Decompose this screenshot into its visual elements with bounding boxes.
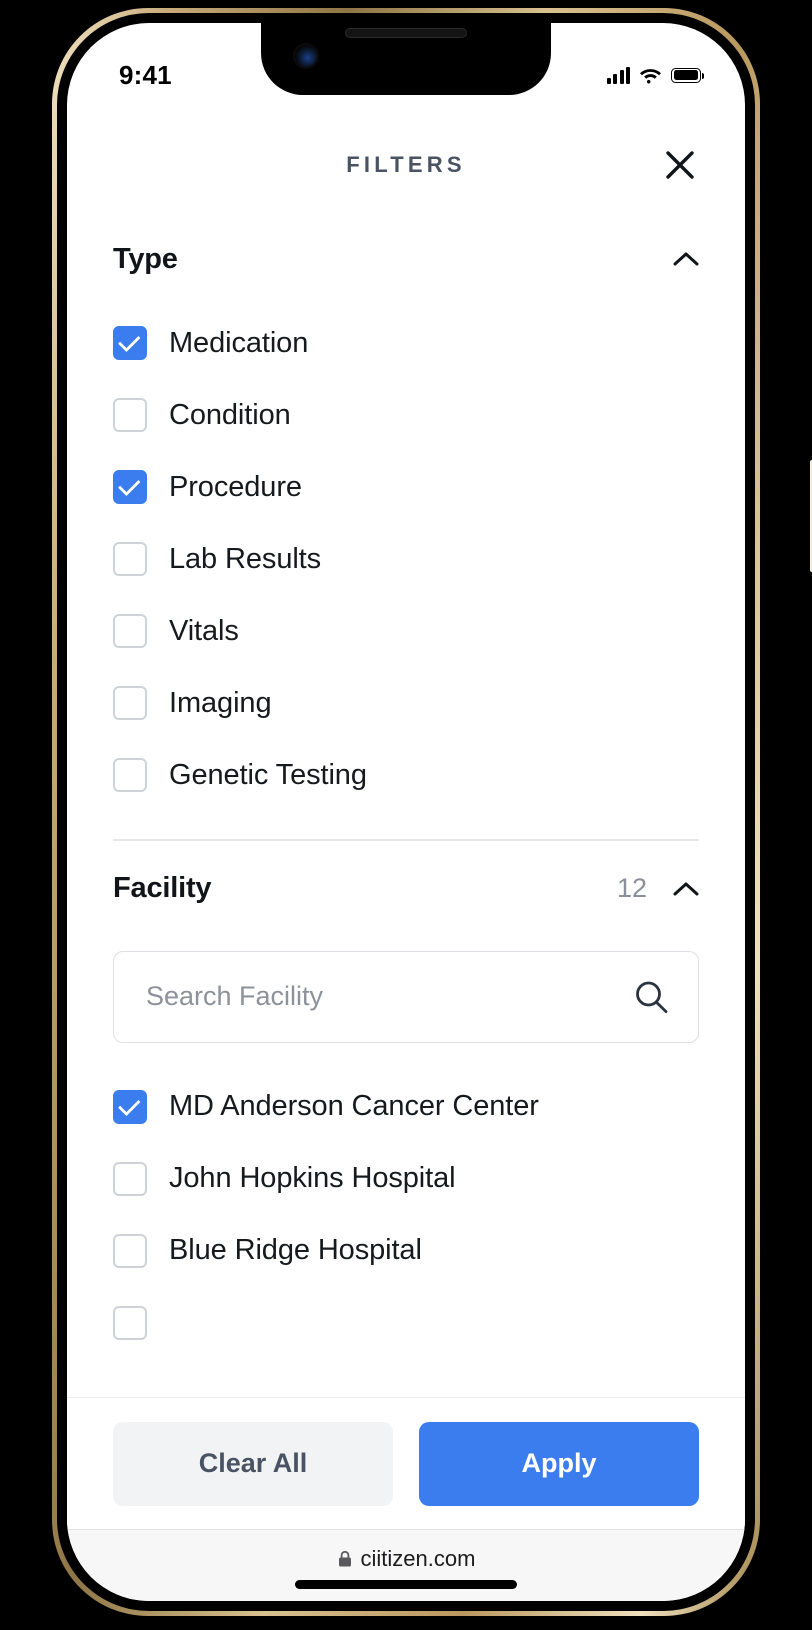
checkbox-medication[interactable] <box>113 326 147 360</box>
checkbox-row-imaging[interactable]: Imaging <box>113 667 699 739</box>
chevron-up-icon[interactable] <box>673 246 699 272</box>
phone-frame: 9:41 FILTERS Type Medication Condition P… <box>52 8 812 1616</box>
section-header-type[interactable]: Type <box>113 211 699 307</box>
chevron-up-icon[interactable] <box>673 876 699 902</box>
search-icon[interactable] <box>630 976 672 1018</box>
section-title-type: Type <box>113 242 178 275</box>
phone-screen: 9:41 FILTERS Type Medication Condition P… <box>67 23 745 1601</box>
checkbox-partial[interactable] <box>113 1305 147 1340</box>
facility-search-box[interactable] <box>113 950 699 1043</box>
apply-button[interactable]: Apply <box>419 1421 699 1506</box>
url-text: ciitizen.com <box>360 1546 476 1571</box>
checkbox-md-anderson-cancer-center[interactable] <box>113 1089 147 1124</box>
facility-search-wrapper <box>67 937 745 1053</box>
checkbox-label: Condition <box>169 398 291 431</box>
checkbox-label: John Hopkins Hospital <box>169 1162 456 1194</box>
filter-section-type: Type Medication Condition Procedure Lab … <box>67 211 745 817</box>
facility-options-list: MD Anderson Cancer Center John Hopkins H… <box>67 1053 745 1359</box>
filters-header: FILTERS <box>67 119 745 211</box>
checkbox-row-medication[interactable]: Medication <box>113 307 699 379</box>
checkbox-vitals[interactable] <box>113 614 147 648</box>
close-icon[interactable] <box>659 144 701 186</box>
home-indicator[interactable] <box>295 1580 517 1589</box>
type-options-list: Medication Condition Procedure Lab Resul… <box>113 307 699 817</box>
checkbox-row-partial[interactable] <box>113 1287 699 1359</box>
status-bar-indicators <box>606 66 705 84</box>
checkbox-label: MD Anderson Cancer Center <box>169 1090 539 1122</box>
cellular-signal-icon <box>606 66 630 84</box>
filters-scroll-area[interactable]: Type Medication Condition Procedure Lab … <box>67 211 745 1443</box>
front-camera-icon <box>295 45 317 67</box>
search-input[interactable] <box>146 981 630 1012</box>
clear-all-button[interactable]: Clear All <box>113 1421 393 1506</box>
browser-url-bar[interactable]: ciitizen.com <box>67 1529 745 1601</box>
battery-icon <box>671 67 705 83</box>
section-title-facility: Facility <box>113 872 212 904</box>
phone-bezel: 9:41 FILTERS Type Medication Condition P… <box>57 13 755 1611</box>
checkbox-label: Lab Results <box>169 542 322 575</box>
filter-section-facility: Facility 12 <box>67 841 745 937</box>
checkbox-label: Blue Ridge Hospital <box>169 1234 422 1266</box>
checkbox-row-lab-results[interactable]: Lab Results <box>113 523 699 595</box>
checkbox-lab-results[interactable] <box>113 542 147 576</box>
wifi-icon <box>640 68 661 84</box>
filters-footer: Clear All Apply <box>67 1397 745 1529</box>
notch <box>261 23 551 95</box>
status-bar-time: 9:41 <box>119 59 172 90</box>
checkbox-row-condition[interactable]: Condition <box>113 379 699 451</box>
lock-icon <box>338 1550 351 1567</box>
earpiece-speaker-icon <box>345 28 467 38</box>
checkbox-label: Procedure <box>169 470 302 503</box>
checkbox-row-md-anderson-cancer-center[interactable]: MD Anderson Cancer Center <box>113 1071 699 1143</box>
checkbox-row-john-hopkins-hospital[interactable]: John Hopkins Hospital <box>113 1143 699 1215</box>
checkbox-row-vitals[interactable]: Vitals <box>113 595 699 667</box>
checkbox-row-genetic-testing[interactable]: Genetic Testing <box>113 739 699 811</box>
url-line: ciitizen.com <box>337 1546 476 1572</box>
checkbox-genetic-testing[interactable] <box>113 758 147 792</box>
checkbox-imaging[interactable] <box>113 686 147 720</box>
checkbox-condition[interactable] <box>113 398 147 432</box>
checkbox-row-blue-ridge-hospital[interactable]: Blue Ridge Hospital <box>113 1215 699 1287</box>
checkbox-john-hopkins-hospital[interactable] <box>113 1161 147 1196</box>
checkbox-label: Genetic Testing <box>169 758 367 791</box>
checkbox-label: Imaging <box>169 686 272 719</box>
checkbox-label: Vitals <box>169 614 239 647</box>
checkbox-label: Medication <box>169 326 309 359</box>
facility-count-badge: 12 <box>616 873 647 903</box>
screenshot-stage: 9:41 FILTERS Type Medication Condition P… <box>0 0 812 1630</box>
page-title: FILTERS <box>346 152 466 177</box>
checkbox-row-procedure[interactable]: Procedure <box>113 451 699 523</box>
checkbox-procedure[interactable] <box>113 470 147 504</box>
section-header-facility[interactable]: Facility 12 <box>113 841 699 937</box>
checkbox-blue-ridge-hospital[interactable] <box>113 1233 147 1268</box>
